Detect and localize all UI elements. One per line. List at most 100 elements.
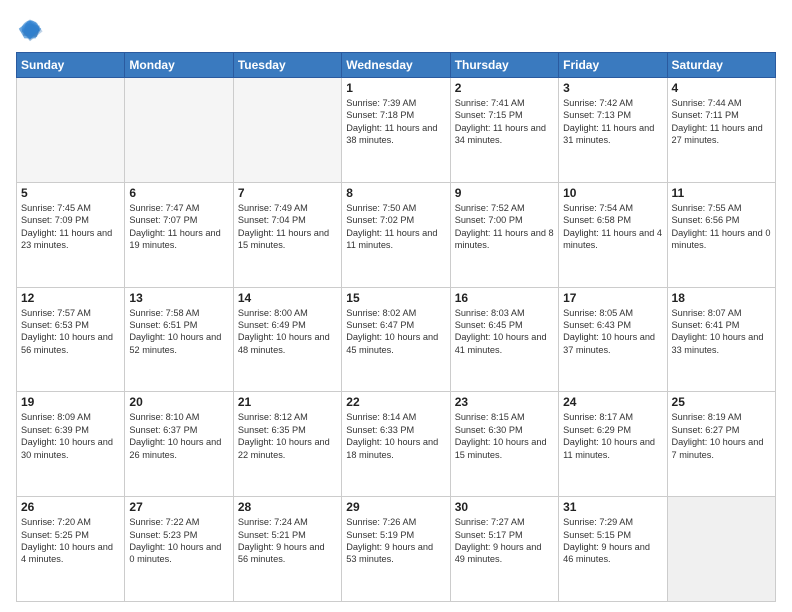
day-info: Sunrise: 7:55 AM Sunset: 6:56 PM Dayligh… <box>672 202 771 252</box>
day-info: Sunrise: 8:15 AM Sunset: 6:30 PM Dayligh… <box>455 411 554 461</box>
week-row-4: 19 Sunrise: 8:09 AM Sunset: 6:39 PM Dayli… <box>17 392 776 497</box>
day-info: Sunrise: 7:57 AM Sunset: 6:53 PM Dayligh… <box>21 307 120 357</box>
day-number: 6 <box>129 186 228 200</box>
page: SundayMondayTuesdayWednesdayThursdayFrid… <box>0 0 792 612</box>
day-info: Sunrise: 7:49 AM Sunset: 7:04 PM Dayligh… <box>238 202 337 252</box>
day-number: 14 <box>238 291 337 305</box>
day-number: 8 <box>346 186 445 200</box>
day-number: 19 <box>21 395 120 409</box>
day-cell-2: 2 Sunrise: 7:41 AM Sunset: 7:15 PM Daylig… <box>450 78 558 183</box>
day-info: Sunrise: 7:47 AM Sunset: 7:07 PM Dayligh… <box>129 202 228 252</box>
day-number: 9 <box>455 186 554 200</box>
day-info: Sunrise: 8:09 AM Sunset: 6:39 PM Dayligh… <box>21 411 120 461</box>
day-cell-30: 30 Sunrise: 7:27 AM Sunset: 5:17 PM Dayli… <box>450 497 558 602</box>
day-cell-10: 10 Sunrise: 7:54 AM Sunset: 6:58 PM Dayli… <box>559 182 667 287</box>
day-cell-21: 21 Sunrise: 8:12 AM Sunset: 6:35 PM Dayli… <box>233 392 341 497</box>
day-info: Sunrise: 7:20 AM Sunset: 5:25 PM Dayligh… <box>21 516 120 566</box>
day-number: 2 <box>455 81 554 95</box>
day-cell-14: 14Sunrise: 8:00 AM Sunset: 6:49 PM Dayli… <box>233 287 341 392</box>
day-cell-3: 3 Sunrise: 7:42 AM Sunset: 7:13 PM Daylig… <box>559 78 667 183</box>
day-info: Sunrise: 7:29 AM Sunset: 5:15 PM Dayligh… <box>563 516 662 566</box>
day-number: 17 <box>563 291 662 305</box>
day-cell-22: 22 Sunrise: 8:14 AM Sunset: 6:33 PM Dayli… <box>342 392 450 497</box>
day-number: 31 <box>563 500 662 514</box>
day-cell-12: 12 Sunrise: 7:57 AM Sunset: 6:53 PM Dayli… <box>17 287 125 392</box>
calendar-table: SundayMondayTuesdayWednesdayThursdayFrid… <box>16 52 776 602</box>
day-number: 16 <box>455 291 554 305</box>
day-number: 29 <box>346 500 445 514</box>
day-cell-6: 6 Sunrise: 7:47 AM Sunset: 7:07 PM Daylig… <box>125 182 233 287</box>
header-row: SundayMondayTuesdayWednesdayThursdayFrid… <box>17 53 776 78</box>
day-number: 4 <box>672 81 771 95</box>
day-cell-18: 18 Sunrise: 8:07 AM Sunset: 6:41 PM Dayli… <box>667 287 775 392</box>
day-info: Sunrise: 7:45 AM Sunset: 7:09 PM Dayligh… <box>21 202 120 252</box>
day-info: Sunrise: 7:41 AM Sunset: 7:15 PM Dayligh… <box>455 97 554 147</box>
day-info: Sunrise: 7:58 AM Sunset: 6:51 PM Dayligh… <box>129 307 228 357</box>
day-number: 24 <box>563 395 662 409</box>
day-cell-24: 24 Sunrise: 8:17 AM Sunset: 6:29 PM Dayli… <box>559 392 667 497</box>
day-cell-7: 7Sunrise: 7:49 AM Sunset: 7:04 PM Daylig… <box>233 182 341 287</box>
day-number: 23 <box>455 395 554 409</box>
day-cell-1: 1Sunrise: 7:39 AM Sunset: 7:18 PM Daylig… <box>342 78 450 183</box>
empty-cell <box>125 78 233 183</box>
col-header-wednesday: Wednesday <box>342 53 450 78</box>
day-number: 20 <box>129 395 228 409</box>
col-header-saturday: Saturday <box>667 53 775 78</box>
day-cell-29: 29 Sunrise: 7:26 AM Sunset: 5:19 PM Dayli… <box>342 497 450 602</box>
day-cell-17: 17 Sunrise: 8:05 AM Sunset: 6:43 PM Dayli… <box>559 287 667 392</box>
day-number: 13 <box>129 291 228 305</box>
day-cell-31: 31 Sunrise: 7:29 AM Sunset: 5:15 PM Dayli… <box>559 497 667 602</box>
day-info: Sunrise: 7:22 AM Sunset: 5:23 PM Dayligh… <box>129 516 228 566</box>
day-info: Sunrise: 7:52 AM Sunset: 7:00 PM Dayligh… <box>455 202 554 252</box>
day-info: Sunrise: 8:07 AM Sunset: 6:41 PM Dayligh… <box>672 307 771 357</box>
day-info: Sunrise: 7:44 AM Sunset: 7:11 PM Dayligh… <box>672 97 771 147</box>
week-row-3: 12 Sunrise: 7:57 AM Sunset: 6:53 PM Dayli… <box>17 287 776 392</box>
col-header-tuesday: Tuesday <box>233 53 341 78</box>
day-number: 11 <box>672 186 771 200</box>
day-info: Sunrise: 8:14 AM Sunset: 6:33 PM Dayligh… <box>346 411 445 461</box>
day-info: Sunrise: 7:27 AM Sunset: 5:17 PM Dayligh… <box>455 516 554 566</box>
day-cell-13: 13 Sunrise: 7:58 AM Sunset: 6:51 PM Dayli… <box>125 287 233 392</box>
day-number: 5 <box>21 186 120 200</box>
day-cell-4: 4 Sunrise: 7:44 AM Sunset: 7:11 PM Daylig… <box>667 78 775 183</box>
day-info: Sunrise: 8:05 AM Sunset: 6:43 PM Dayligh… <box>563 307 662 357</box>
day-cell-15: 15 Sunrise: 8:02 AM Sunset: 6:47 PM Dayli… <box>342 287 450 392</box>
day-info: Sunrise: 7:54 AM Sunset: 6:58 PM Dayligh… <box>563 202 662 252</box>
header <box>16 16 776 44</box>
day-cell-8: 8 Sunrise: 7:50 AM Sunset: 7:02 PM Daylig… <box>342 182 450 287</box>
day-cell-11: 11 Sunrise: 7:55 AM Sunset: 6:56 PM Dayli… <box>667 182 775 287</box>
day-number: 25 <box>672 395 771 409</box>
day-number: 30 <box>455 500 554 514</box>
logo-icon <box>16 16 44 44</box>
day-info: Sunrise: 8:17 AM Sunset: 6:29 PM Dayligh… <box>563 411 662 461</box>
day-number: 18 <box>672 291 771 305</box>
week-row-1: 1Sunrise: 7:39 AM Sunset: 7:18 PM Daylig… <box>17 78 776 183</box>
day-cell-25: 25 Sunrise: 8:19 AM Sunset: 6:27 PM Dayli… <box>667 392 775 497</box>
day-info: Sunrise: 7:42 AM Sunset: 7:13 PM Dayligh… <box>563 97 662 147</box>
day-info: Sunrise: 8:02 AM Sunset: 6:47 PM Dayligh… <box>346 307 445 357</box>
day-cell-9: 9 Sunrise: 7:52 AM Sunset: 7:00 PM Daylig… <box>450 182 558 287</box>
day-number: 12 <box>21 291 120 305</box>
day-number: 22 <box>346 395 445 409</box>
day-cell-19: 19 Sunrise: 8:09 AM Sunset: 6:39 PM Dayli… <box>17 392 125 497</box>
day-number: 3 <box>563 81 662 95</box>
logo <box>16 16 48 44</box>
day-cell-27: 27Sunrise: 7:22 AM Sunset: 5:23 PM Dayli… <box>125 497 233 602</box>
day-number: 10 <box>563 186 662 200</box>
day-info: Sunrise: 8:03 AM Sunset: 6:45 PM Dayligh… <box>455 307 554 357</box>
empty-cell <box>17 78 125 183</box>
day-info: Sunrise: 7:50 AM Sunset: 7:02 PM Dayligh… <box>346 202 445 252</box>
week-row-5: 26Sunrise: 7:20 AM Sunset: 5:25 PM Dayli… <box>17 497 776 602</box>
day-info: Sunrise: 8:12 AM Sunset: 6:35 PM Dayligh… <box>238 411 337 461</box>
col-header-sunday: Sunday <box>17 53 125 78</box>
empty-cell <box>667 497 775 602</box>
day-cell-26: 26Sunrise: 7:20 AM Sunset: 5:25 PM Dayli… <box>17 497 125 602</box>
day-number: 21 <box>238 395 337 409</box>
day-info: Sunrise: 7:26 AM Sunset: 5:19 PM Dayligh… <box>346 516 445 566</box>
week-row-2: 5 Sunrise: 7:45 AM Sunset: 7:09 PM Daylig… <box>17 182 776 287</box>
day-number: 15 <box>346 291 445 305</box>
day-info: Sunrise: 7:39 AM Sunset: 7:18 PM Dayligh… <box>346 97 445 147</box>
day-info: Sunrise: 8:19 AM Sunset: 6:27 PM Dayligh… <box>672 411 771 461</box>
day-cell-5: 5 Sunrise: 7:45 AM Sunset: 7:09 PM Daylig… <box>17 182 125 287</box>
day-number: 28 <box>238 500 337 514</box>
